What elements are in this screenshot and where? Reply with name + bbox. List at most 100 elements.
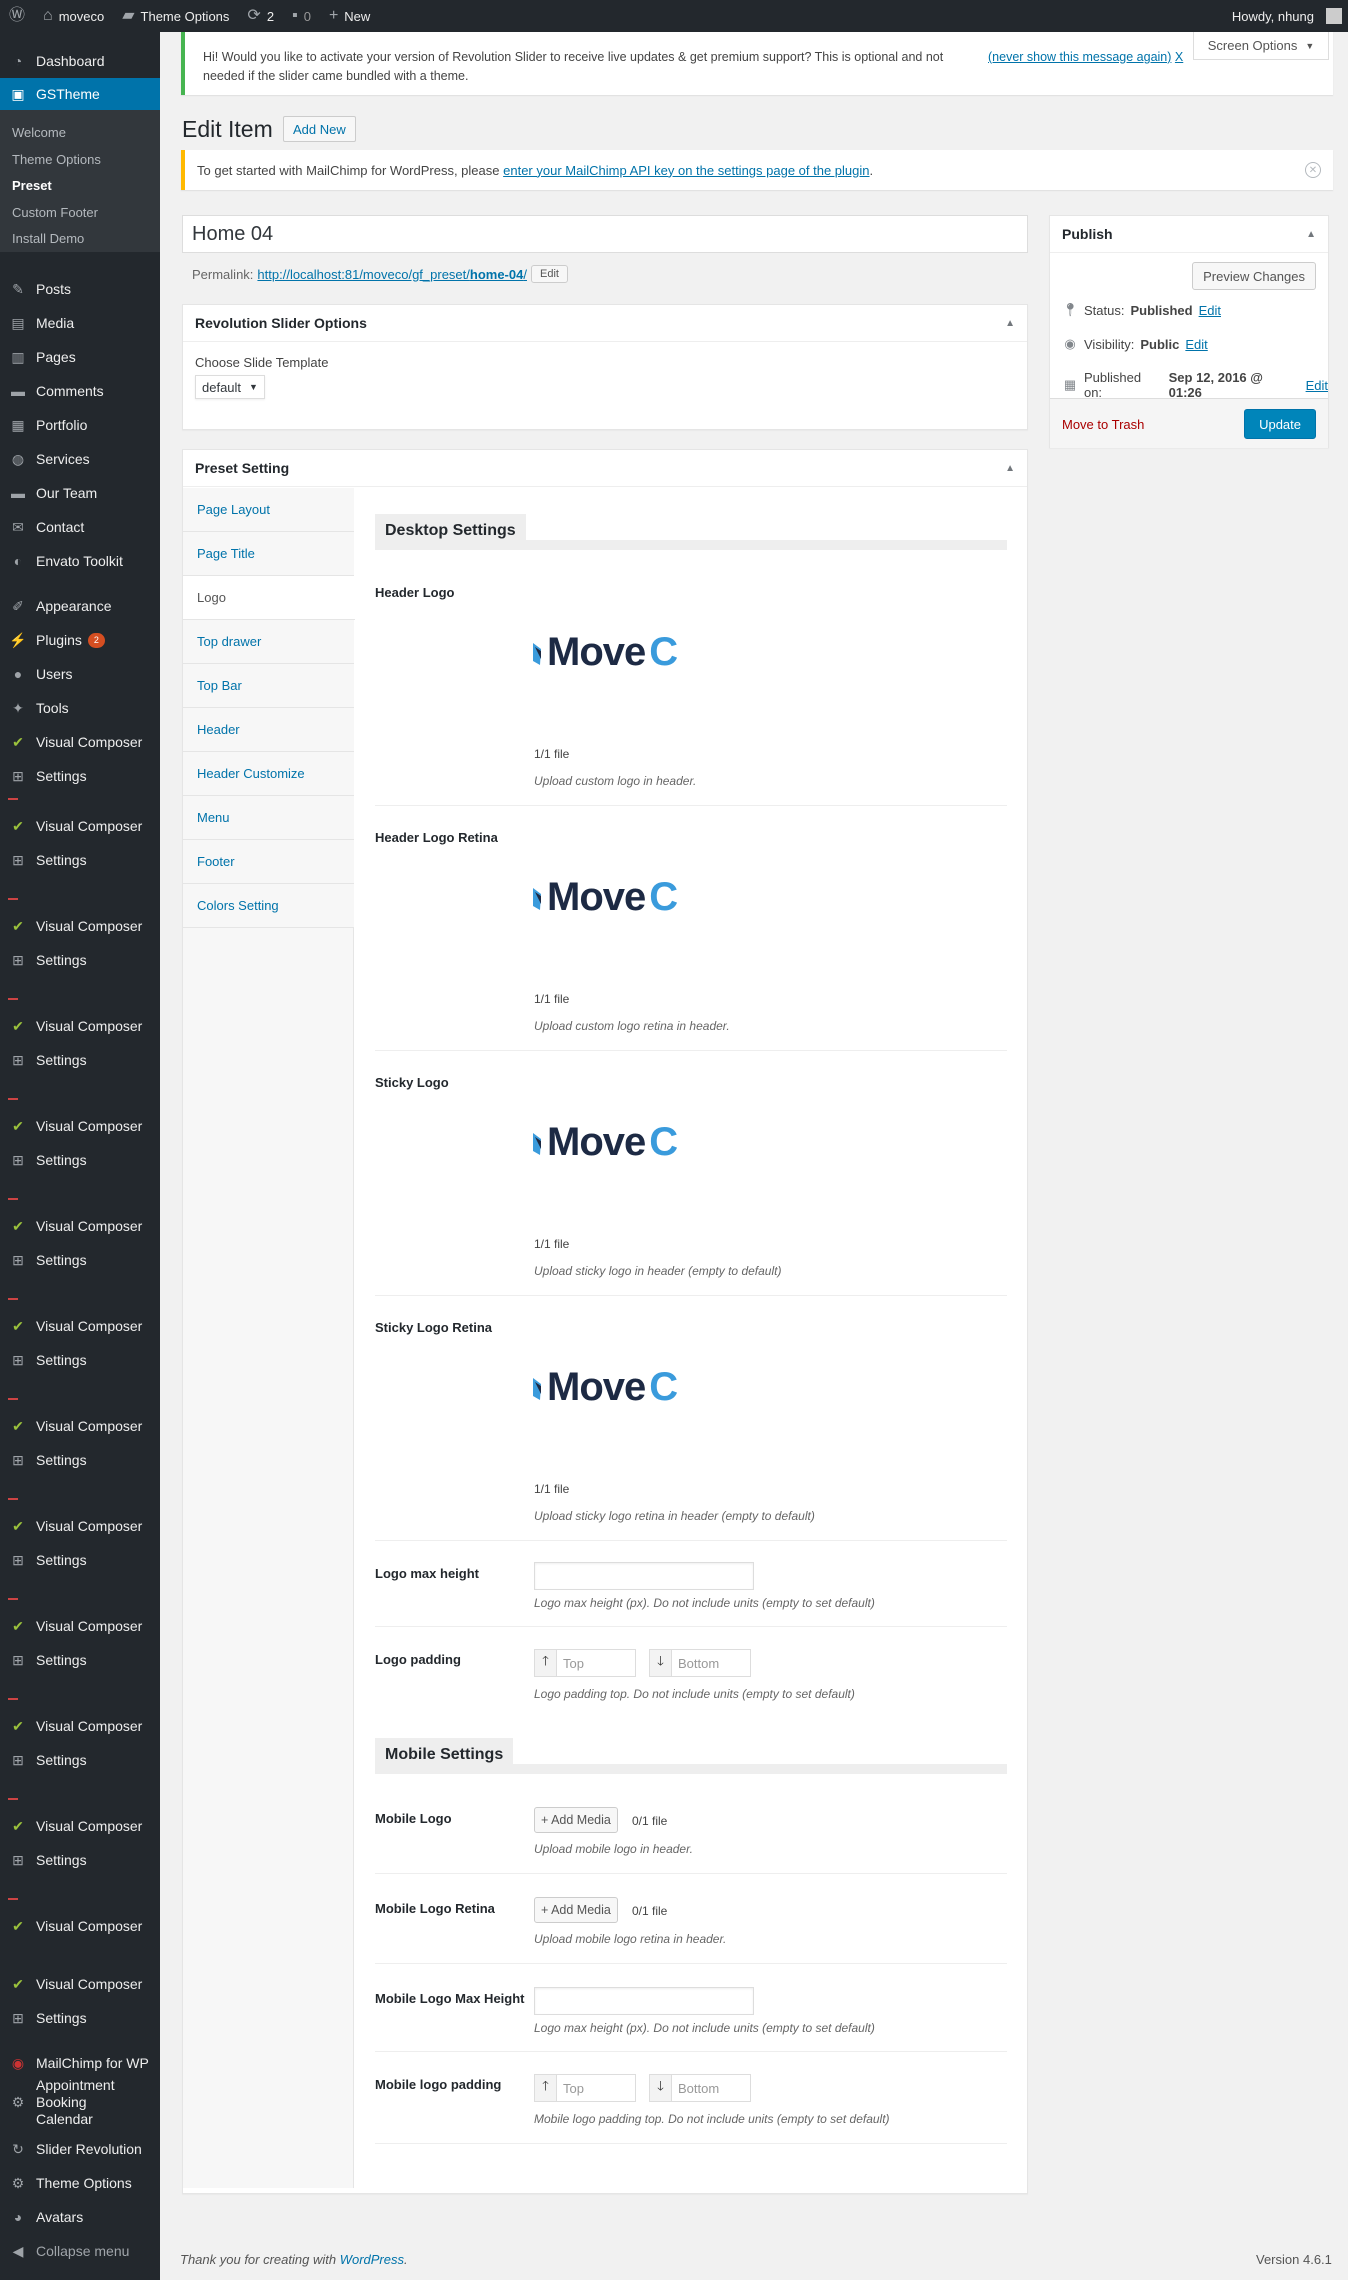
publish-header[interactable]: Publish ▲	[1050, 216, 1328, 253]
menu-settings[interactable]: ⊞ Settings	[0, 1445, 160, 1475]
header-logo-retina-preview[interactable]: Move C	[531, 875, 678, 920]
sticky-logo-preview[interactable]: Move C	[531, 1120, 678, 1165]
menu-visual-composer[interactable]: ✔ Visual Composer	[0, 1911, 160, 1941]
collapse-toggle-icon[interactable]: ▲	[1306, 229, 1316, 240]
mc-api-key-link[interactable]: enter your MailChimp API key on the sett…	[503, 163, 869, 178]
wordpress-link[interactable]: WordPress	[340, 2252, 404, 2267]
menu-appointment-booking[interactable]: ⚙ Appointment Booking Calendar	[0, 2077, 160, 2127]
sticky-logo-retina-preview[interactable]: Move C	[531, 1365, 678, 1410]
menu-appearance[interactable]: ✐ Appearance	[0, 591, 160, 621]
collapse-menu[interactable]: ◀ Collapse menu	[0, 2236, 160, 2266]
menu-settings[interactable]: ⊞ Settings	[0, 1645, 160, 1675]
mobile-logo-padding-bottom-input[interactable]: 🡓 Bottom	[649, 2074, 751, 2102]
wp-logo-menu[interactable]: Ⓦ	[0, 0, 34, 32]
menu-users[interactable]: ● Users	[0, 659, 160, 689]
menu-settings[interactable]: ⊞ Settings	[0, 2003, 160, 2033]
menu-visual-composer[interactable]: ✔ Visual Composer	[0, 1411, 160, 1441]
status-edit-link[interactable]: Edit	[1199, 303, 1221, 318]
menu-contact[interactable]: ✉ Contact	[0, 512, 160, 542]
menu-settings[interactable]: ⊞ Settings	[0, 761, 160, 791]
menu-slider-revolution[interactable]: ↻ Slider Revolution	[0, 2134, 160, 2164]
tab-header[interactable]: Header	[183, 708, 354, 752]
menu-comments[interactable]: ▬ Comments	[0, 376, 160, 406]
menu-visual-composer[interactable]: ✔ Visual Composer	[0, 1811, 160, 1841]
header-logo-preview[interactable]: Move C	[531, 630, 678, 675]
slide-template-select[interactable]: default ▼	[195, 375, 265, 399]
menu-visual-composer[interactable]: ✔ Visual Composer	[0, 1711, 160, 1741]
never-show-link[interactable]: (never show this message again)	[988, 50, 1171, 64]
menu-settings[interactable]: ⊞ Settings	[0, 1245, 160, 1275]
menu-services[interactable]: ◍ Services	[0, 444, 160, 474]
menu-settings[interactable]: ⊞ Settings	[0, 1745, 160, 1775]
menu-settings[interactable]: ⊞ Settings	[0, 1545, 160, 1575]
submenu-welcome[interactable]: Welcome	[12, 123, 66, 143]
add-new-button[interactable]: Add New	[283, 116, 356, 142]
submenu-preset[interactable]: Preset	[12, 176, 52, 196]
submenu-install-demo[interactable]: Install Demo	[12, 229, 84, 249]
menu-settings[interactable]: ⊞ Settings	[0, 1345, 160, 1375]
menu-tools[interactable]: ✦ Tools	[0, 693, 160, 723]
menu-mailchimp[interactable]: ◉ MailChimp for WP	[0, 2048, 160, 2078]
menu-settings[interactable]: ⊞ Settings	[0, 1145, 160, 1175]
menu-pages[interactable]: ▥ Pages	[0, 342, 160, 372]
tab-page-title[interactable]: Page Title	[183, 532, 354, 576]
mobile-logo-add-media-button[interactable]: + Add Media	[534, 1807, 618, 1833]
preset-setting-header[interactable]: Preset Setting ▲	[183, 450, 1027, 487]
notice-close-x[interactable]: X	[1175, 50, 1183, 64]
menu-visual-composer[interactable]: ✔ Visual Composer	[0, 1511, 160, 1541]
menu-visual-composer[interactable]: ✔ Visual Composer	[0, 727, 160, 757]
theme-options-menu[interactable]: ▰ Theme Options	[113, 0, 238, 32]
collapse-toggle-icon[interactable]: ▲	[1005, 318, 1015, 329]
menu-visual-composer[interactable]: ✔ Visual Composer	[0, 811, 160, 841]
move-to-trash-link[interactable]: Move to Trash	[1062, 417, 1144, 432]
menu-theme-options[interactable]: ⚙ Theme Options	[0, 2168, 160, 2198]
menu-visual-composer[interactable]: ✔ Visual Composer	[0, 1611, 160, 1641]
collapse-toggle-icon[interactable]: ▲	[1005, 463, 1015, 474]
updates-menu[interactable]: ⟳ 2	[238, 0, 283, 32]
comments-menu[interactable]: ▪ 0	[283, 0, 320, 32]
tab-header-customize[interactable]: Header Customize	[183, 752, 354, 796]
logo-max-height-input[interactable]	[534, 1562, 754, 1590]
menu-visual-composer[interactable]: ✔ Visual Composer	[0, 1211, 160, 1241]
new-content-menu[interactable]: + New	[320, 0, 379, 32]
menu-media[interactable]: ▤ Media	[0, 308, 160, 338]
menu-visual-composer[interactable]: ✔ Visual Composer	[0, 1011, 160, 1041]
permalink-link[interactable]: http://localhost:81/moveco/gf_preset/hom…	[257, 267, 527, 282]
menu-dashboard[interactable]: ◔ Dashboard	[0, 46, 160, 76]
tab-menu[interactable]: Menu	[183, 796, 354, 840]
logo-padding-bottom-input[interactable]: 🡓 Bottom	[649, 1649, 751, 1677]
menu-portfolio[interactable]: ▦ Portfolio	[0, 410, 160, 440]
dismiss-icon[interactable]: ✕	[1305, 162, 1321, 178]
tab-colors-setting[interactable]: Colors Setting	[183, 884, 354, 928]
mobile-logo-retina-add-media-button[interactable]: + Add Media	[534, 1897, 618, 1923]
tab-logo[interactable]: Logo	[183, 576, 355, 620]
tab-top-drawer[interactable]: Top drawer	[183, 620, 354, 664]
update-button[interactable]: Update	[1244, 409, 1316, 439]
menu-settings[interactable]: ⊞ Settings	[0, 845, 160, 875]
menu-avatars[interactable]: ◕ Avatars	[0, 2202, 160, 2232]
menu-plugins[interactable]: ⚡ Plugins 2	[0, 625, 160, 655]
menu-visual-composer[interactable]: ✔ Visual Composer	[0, 1311, 160, 1341]
logo-padding-top-input[interactable]: 🡑 Top	[534, 1649, 636, 1677]
my-account-menu[interactable]: Howdy, nhung	[1223, 0, 1348, 32]
post-title-input[interactable]: Home 04	[182, 215, 1028, 253]
permalink-edit-button[interactable]: Edit	[530, 265, 568, 283]
tab-top-bar[interactable]: Top Bar	[183, 664, 354, 708]
menu-visual-composer[interactable]: ✔ Visual Composer	[0, 1969, 160, 1999]
mobile-logo-padding-top-input[interactable]: 🡑 Top	[534, 2074, 636, 2102]
menu-envato-toolkit[interactable]: ◐ Envato Toolkit	[0, 546, 160, 576]
menu-settings[interactable]: ⊞ Settings	[0, 1045, 160, 1075]
visibility-edit-link[interactable]: Edit	[1185, 337, 1207, 352]
menu-settings[interactable]: ⊞ Settings	[0, 1845, 160, 1875]
menu-settings[interactable]: ⊞ Settings	[0, 945, 160, 975]
menu-our-team[interactable]: ▬ Our Team	[0, 478, 160, 508]
date-edit-link[interactable]: Edit	[1306, 378, 1328, 393]
menu-visual-composer[interactable]: ✔ Visual Composer	[0, 911, 160, 941]
submenu-custom-footer[interactable]: Custom Footer	[12, 203, 98, 223]
tab-footer[interactable]: Footer	[183, 840, 354, 884]
revslider-options-header[interactable]: Revolution Slider Options ▲	[183, 305, 1027, 342]
menu-gstheme[interactable]: ▣ GSTheme	[0, 78, 160, 110]
tab-page-layout[interactable]: Page Layout	[183, 488, 354, 532]
screen-options-button[interactable]: Screen Options ▼	[1193, 32, 1329, 60]
menu-posts[interactable]: ✎ Posts	[0, 274, 160, 304]
